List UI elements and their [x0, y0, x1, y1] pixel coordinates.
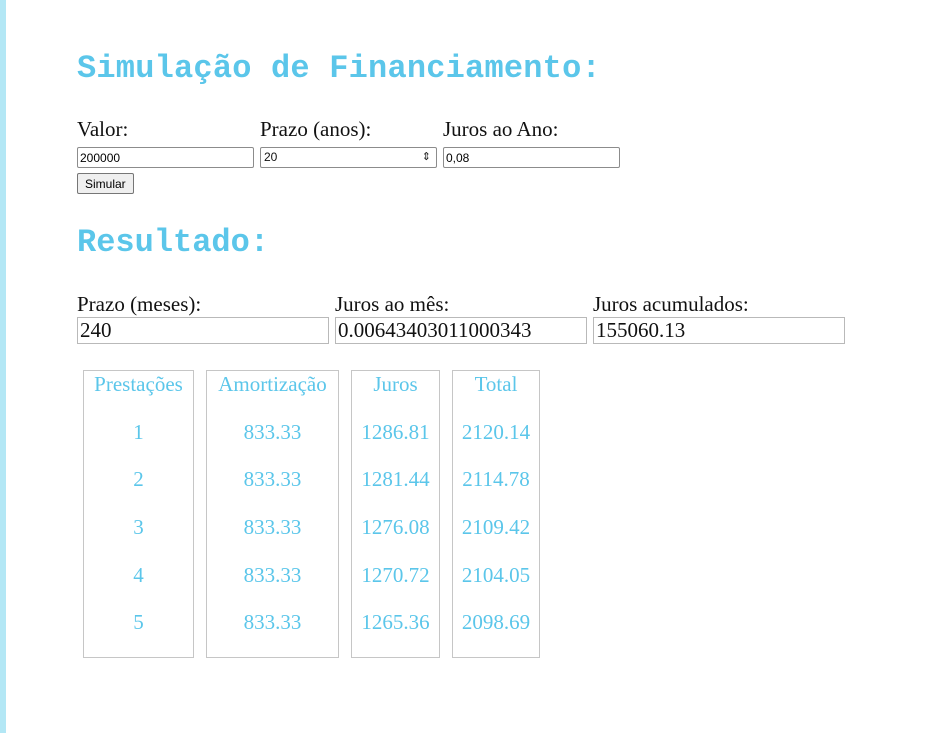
results-summary: Prazo (meses): 240 Juros ao mês: 0.00643…: [77, 291, 845, 344]
table-cell: 833.33: [243, 419, 302, 444]
table-cell: 833.33: [243, 515, 302, 540]
prestacoes-column: Prestações 1 2 3 4 5: [83, 370, 194, 658]
juros-acumulados-value: 155060.13: [593, 317, 845, 344]
valor-input[interactable]: [77, 147, 254, 168]
simulation-form: Valor: Prazo (anos): 20 ⇕ Juros ao Ano:: [77, 116, 620, 168]
column-header: Total: [474, 372, 518, 396]
table-cell: 2098.69: [461, 610, 531, 635]
column-header: Juros: [373, 372, 418, 396]
page-title: Simulação de Financiamento:: [77, 50, 601, 87]
prazo-meses-group: Prazo (meses): 240: [77, 291, 329, 344]
installments-table: Prestações 1 2 3 4 5 Amortização 833.33 …: [83, 370, 540, 658]
table-cell: 1286.81: [361, 419, 430, 444]
table-cell: 3: [133, 515, 144, 540]
valor-label: Valor:: [77, 117, 129, 141]
results-title: Resultado:: [77, 224, 270, 261]
table-cell: 2114.78: [462, 467, 530, 492]
table-cell: 833.33: [243, 562, 302, 587]
table-cell: 1281.44: [361, 467, 430, 492]
table-cell: 1270.72: [361, 562, 430, 587]
juros-acumulados-label: Juros acumulados:: [593, 292, 749, 316]
juros-column: Juros 1286.81 1281.44 1276.08 1270.72 12…: [351, 370, 440, 658]
amortizacao-column: Amortização 833.33 833.33 833.33 833.33 …: [206, 370, 339, 658]
column-header: Amortização: [218, 372, 327, 396]
table-cell: 1265.36: [361, 610, 430, 635]
prazo-select[interactable]: 20 ⇕: [260, 147, 437, 168]
table-cell: 1: [133, 419, 144, 444]
column-header: Prestações: [94, 372, 183, 396]
chevron-up-down-icon: ⇕: [421, 151, 431, 163]
juros-field-group: Juros ao Ano:: [443, 116, 620, 168]
juros-mes-value: 0.00643403011000343: [335, 317, 587, 344]
juros-mes-label: Juros ao mês:: [335, 292, 450, 316]
table-cell: 833.33: [243, 467, 302, 492]
prazo-field-group: Prazo (anos): 20 ⇕: [260, 116, 437, 168]
total-column: Total 2120.14 2114.78 2109.42 2104.05 20…: [452, 370, 540, 658]
table-cell: 833.33: [243, 610, 302, 635]
table-cell: 1276.08: [361, 515, 430, 540]
prazo-meses-value: 240: [77, 317, 329, 344]
juros-acumulados-group: Juros acumulados: 155060.13: [593, 291, 845, 344]
juros-mes-group: Juros ao mês: 0.00643403011000343: [335, 291, 587, 344]
simular-button[interactable]: Simular: [77, 173, 134, 194]
left-accent-bar: [0, 0, 6, 733]
valor-field-group: Valor:: [77, 116, 254, 168]
prazo-meses-label: Prazo (meses):: [77, 292, 202, 316]
juros-label: Juros ao Ano:: [443, 117, 559, 141]
table-cell: 2109.42: [461, 515, 531, 540]
prazo-select-value: 20: [264, 150, 278, 164]
table-cell: 5: [133, 610, 144, 635]
page-content: Simulação de Financiamento: Valor: Prazo…: [77, 0, 929, 733]
table-cell: 4: [133, 562, 144, 587]
table-cell: 2: [133, 467, 144, 492]
prazo-label: Prazo (anos):: [260, 117, 372, 141]
juros-input[interactable]: [443, 147, 620, 168]
table-cell: 2120.14: [461, 419, 531, 444]
table-cell: 2104.05: [461, 562, 531, 587]
